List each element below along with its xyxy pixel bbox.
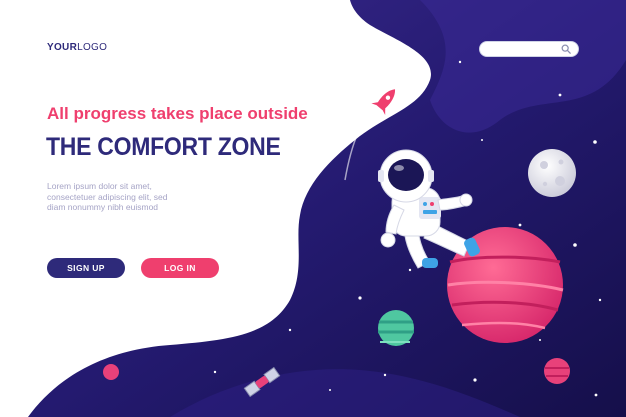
- search-input[interactable]: [479, 41, 579, 57]
- page-title: THE COMFORT ZONE: [46, 133, 281, 161]
- log-in-button[interactable]: LOG IN: [141, 258, 219, 278]
- rocket-icon: [371, 89, 396, 115]
- description-line: diam nonummy nibh euismod: [47, 202, 159, 212]
- planet-icon: [544, 358, 570, 384]
- search-icon[interactable]: [561, 44, 571, 54]
- description-line: consectetuer adipiscing elit, sed: [47, 191, 168, 202]
- landing-page: YOURLOGO All progress takes place outsid…: [0, 0, 626, 417]
- description-line: Lorem ipsum dolor sit amet,: [47, 181, 152, 191]
- moon-icon: [528, 149, 576, 197]
- planet-icon: [103, 364, 119, 380]
- logo[interactable]: YOURLOGO: [47, 42, 107, 53]
- logo-light-text: LOGO: [77, 42, 108, 53]
- tagline: All progress takes place outside: [47, 104, 308, 123]
- logo-bold-text: YOUR: [47, 42, 78, 53]
- planet-icon: [378, 310, 414, 346]
- description-text: Lorem ipsum dolor sit amet, consectetuer…: [47, 181, 227, 213]
- sign-up-button[interactable]: SIGN UP: [47, 258, 125, 278]
